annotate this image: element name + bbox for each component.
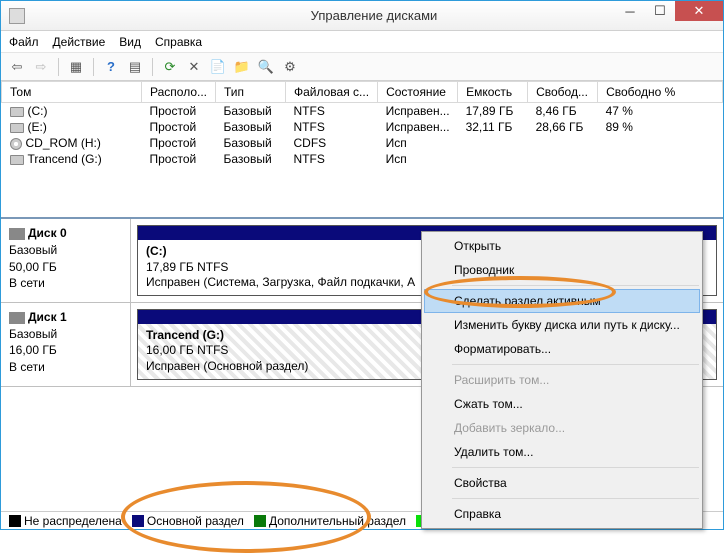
toolbar: ⇦ ⇨ ▦ ? ▤ ⟳ ✕ 📄 📁 🔍 ⚙ bbox=[1, 53, 723, 81]
disk-icon bbox=[9, 228, 25, 240]
ctx-extend: Расширить том... bbox=[424, 368, 700, 392]
table-row[interactable]: (E:)ПростойБазовыйNTFSИсправен...32,11 Г… bbox=[2, 119, 723, 135]
drive-icon bbox=[10, 107, 24, 117]
drive-icon bbox=[10, 155, 24, 165]
ctx-shrink[interactable]: Сжать том... bbox=[424, 392, 700, 416]
legend-unalloc: Не распределена bbox=[24, 514, 122, 528]
col-layout[interactable]: Располо... bbox=[142, 82, 216, 103]
settings-icon[interactable]: ⚙ bbox=[280, 57, 300, 77]
ctx-format[interactable]: Форматировать... bbox=[424, 337, 700, 361]
ctx-make-active[interactable]: Сделать раздел активным bbox=[424, 289, 700, 313]
back-icon[interactable]: ⇦ bbox=[7, 57, 27, 77]
refresh-icon[interactable]: ⟳ bbox=[160, 57, 180, 77]
col-volume[interactable]: Том bbox=[2, 82, 142, 103]
menu-view[interactable]: Вид bbox=[119, 35, 141, 49]
close-button[interactable]: ✕ bbox=[675, 1, 723, 21]
content-area: Том Располо... Тип Файловая с... Состоян… bbox=[1, 81, 723, 511]
delete-icon[interactable]: ✕ bbox=[184, 57, 204, 77]
maximize-button[interactable]: ☐ bbox=[645, 1, 675, 21]
ctx-delete[interactable]: Удалить том... bbox=[424, 440, 700, 464]
help-icon[interactable]: ? bbox=[101, 57, 121, 77]
ctx-properties[interactable]: Свойства bbox=[424, 471, 700, 495]
minimize-button[interactable]: ─ bbox=[615, 1, 645, 21]
col-fs[interactable]: Файловая с... bbox=[286, 82, 378, 103]
menu-action[interactable]: Действие bbox=[53, 35, 106, 49]
disc-icon bbox=[10, 138, 22, 150]
table-row[interactable]: Trancend (G:)ПростойБазовыйNTFSИсп bbox=[2, 151, 723, 167]
col-free[interactable]: Свобод... bbox=[528, 82, 598, 103]
panel-icon[interactable]: ▦ bbox=[66, 57, 86, 77]
ctx-help[interactable]: Справка bbox=[424, 502, 700, 526]
menu-help[interactable]: Справка bbox=[155, 35, 202, 49]
disk-icon bbox=[9, 312, 25, 324]
properties-icon[interactable]: 📄 bbox=[208, 57, 228, 77]
col-type[interactable]: Тип bbox=[216, 82, 286, 103]
folder-icon[interactable]: 📁 bbox=[232, 57, 252, 77]
col-freepct[interactable]: Свободно % bbox=[598, 82, 723, 103]
menu-bar: Файл Действие Вид Справка bbox=[1, 31, 723, 53]
ctx-mirror: Добавить зеркало... bbox=[424, 416, 700, 440]
forward-icon[interactable]: ⇨ bbox=[31, 57, 51, 77]
table-row[interactable]: (C:)ПростойБазовыйNTFSИсправен...17,89 Г… bbox=[2, 103, 723, 120]
ctx-explorer[interactable]: Проводник bbox=[424, 258, 700, 282]
ctx-open[interactable]: Открыть bbox=[424, 234, 700, 258]
volumes-table[interactable]: Том Располо... Тип Файловая с... Состоян… bbox=[1, 81, 723, 167]
app-icon bbox=[9, 8, 25, 24]
col-status[interactable]: Состояние bbox=[378, 82, 458, 103]
search-icon[interactable]: 🔍 bbox=[256, 57, 276, 77]
col-capacity[interactable]: Емкость bbox=[458, 82, 528, 103]
legend-primary: Основной раздел bbox=[147, 514, 244, 528]
table-row[interactable]: CD_ROM (H:)ПростойБазовыйCDFSИсп bbox=[2, 135, 723, 151]
drive-icon bbox=[10, 123, 24, 133]
title-bar: Управление дисками ─ ☐ ✕ bbox=[1, 1, 723, 31]
list-icon[interactable]: ▤ bbox=[125, 57, 145, 77]
context-menu: Открыть Проводник Сделать раздел активны… bbox=[421, 231, 703, 529]
legend-extended: Дополнительный раздел bbox=[269, 514, 406, 528]
ctx-change-letter[interactable]: Изменить букву диска или путь к диску... bbox=[424, 313, 700, 337]
menu-file[interactable]: Файл bbox=[9, 35, 39, 49]
